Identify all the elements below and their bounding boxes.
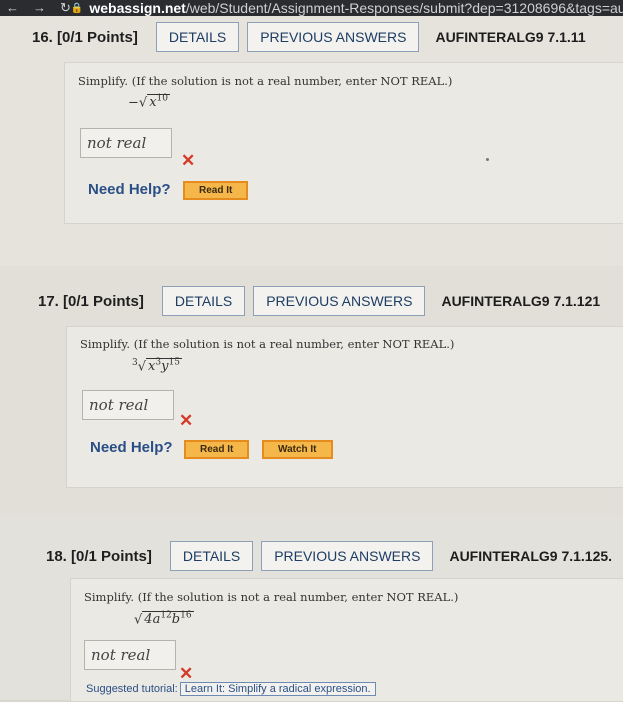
suggested-tutorial: Suggested tutorial: Learn It: Simplify a … (86, 682, 376, 696)
read-it-button[interactable]: Read It (184, 440, 250, 459)
expression: −√ x10 (128, 94, 170, 111)
instruction-text: Simplify. (If the solution is not a real… (78, 74, 453, 88)
expr-prefix: − (128, 95, 139, 111)
radicand-exponent: 12 (160, 611, 172, 621)
radicand-exponent-2: 16 (180, 611, 192, 621)
assignment-code: AUFINTERALG9 7.1.11 (435, 29, 586, 45)
previous-answers-button[interactable]: PREVIOUS ANSWERS (261, 541, 434, 571)
incorrect-x-icon: ✕ (179, 411, 194, 430)
radical-sign: √ (138, 95, 148, 111)
instruction-text: Simplify. (If the solution is not a real… (84, 590, 459, 604)
dot-mark (486, 158, 489, 161)
need-help-label: Need Help? (88, 181, 171, 198)
question-number: 18. [0/1 Points] (46, 547, 152, 565)
watch-it-button[interactable]: Watch It (262, 440, 333, 459)
radical-sign: √ (137, 359, 147, 375)
radicand-base: 4a (144, 612, 161, 628)
radicand: x3y15 (146, 358, 182, 375)
incorrect-x-icon: ✕ (181, 151, 196, 170)
question-17-header: 17. [0/1 Points] DETAILS PREVIOUS ANSWER… (38, 286, 600, 316)
expression: 3√ x3y15 (132, 358, 182, 375)
answer-field[interactable]: not real (82, 390, 174, 420)
answer-field[interactable]: not real (80, 128, 172, 158)
back-arrow-icon[interactable]: ← (6, 0, 19, 16)
question-18-header: 18. [0/1 Points] DETAILS PREVIOUS ANSWER… (46, 541, 612, 571)
tutorial-label: Suggested tutorial: (86, 683, 178, 695)
assignment-code: AUFINTERALG9 7.1.125. (449, 548, 613, 564)
details-button[interactable]: DETAILS (155, 22, 240, 52)
reload-icon[interactable]: ↻ (60, 0, 71, 16)
previous-answers-button[interactable]: PREVIOUS ANSWERS (253, 286, 426, 316)
read-it-button[interactable]: Read It (183, 181, 249, 200)
details-button[interactable]: DETAILS (169, 541, 254, 571)
radicand-exponent: 10 (156, 94, 168, 104)
url-host: webassign.net (89, 0, 186, 16)
browser-address-bar[interactable]: ← → ↻ 🔒 webassign.net /web/Student/Assig… (0, 0, 623, 16)
tutorial-link[interactable]: Learn It: Simplify a radical expression. (179, 682, 376, 696)
incorrect-x-icon: ✕ (179, 664, 194, 683)
assignment-code: AUFINTERALG9 7.1.121 (441, 293, 601, 309)
question-16-header: 16. [0/1 Points] DETAILS PREVIOUS ANSWER… (32, 22, 586, 52)
radicand-exponent-2: 15 (168, 358, 180, 368)
forward-arrow-icon[interactable]: → (33, 0, 46, 16)
radicand: 4a12b16 (142, 611, 194, 628)
radicand: x10 (147, 94, 170, 111)
instruction-text: Simplify. (If the solution is not a real… (80, 337, 455, 351)
radicand-base: x (149, 95, 157, 111)
browser-nav: ← → ↻ (0, 0, 71, 16)
url-path: /web/Student/Assignment-Responses/submit… (185, 0, 623, 16)
answer-field[interactable]: not real (84, 640, 176, 670)
question-number: 16. [0/1 Points] (32, 28, 138, 46)
expression: √ 4a12b16 (134, 611, 194, 628)
question-number: 17. [0/1 Points] (38, 292, 144, 310)
previous-answers-button[interactable]: PREVIOUS ANSWERS (247, 22, 420, 52)
lock-icon: 🔒 (70, 2, 84, 14)
radicand-base-2: b (171, 612, 181, 628)
need-help-label: Need Help? (90, 439, 173, 456)
details-button[interactable]: DETAILS (161, 286, 246, 316)
